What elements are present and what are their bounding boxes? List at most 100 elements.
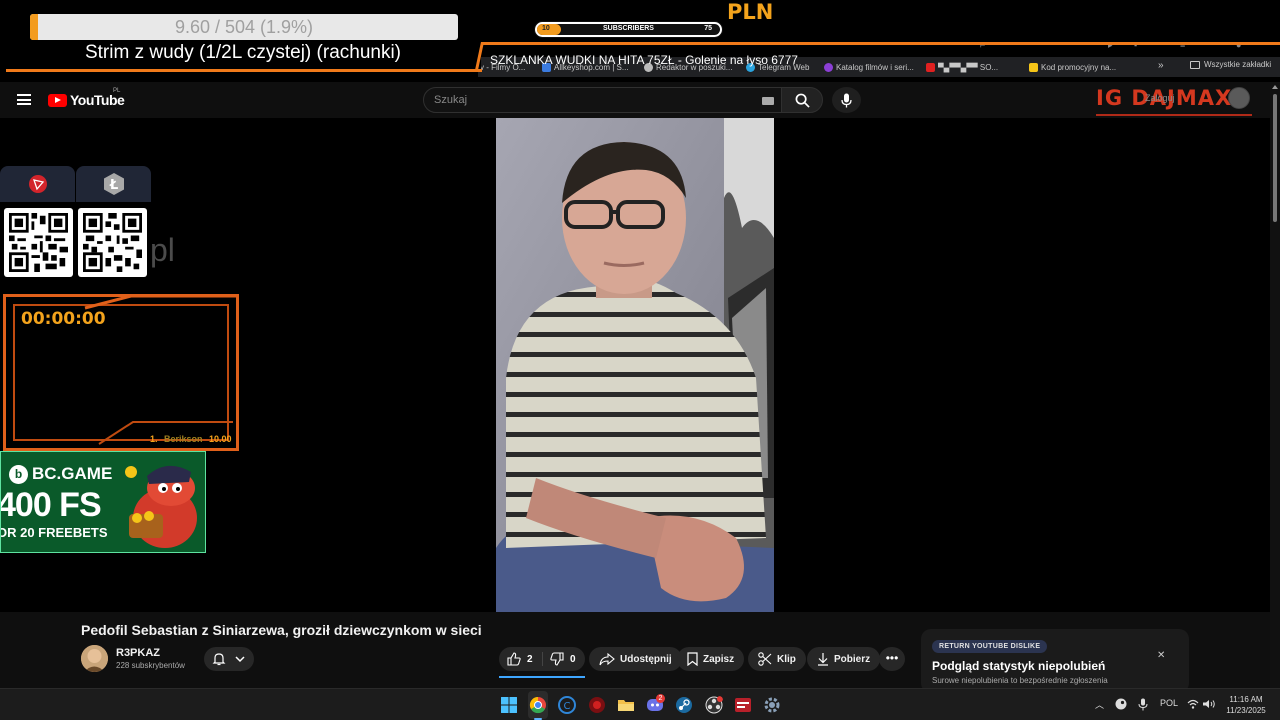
scissors-icon bbox=[758, 652, 772, 666]
overlay-divider bbox=[482, 42, 1280, 45]
return-dislike-card: RETURN YOUTUBE DISLIKE ✕ Podgląd statyst… bbox=[921, 629, 1189, 693]
subscriber-target: 75 bbox=[704, 25, 712, 32]
bookmarks-overflow-icon[interactable]: » bbox=[1158, 60, 1164, 71]
clip-button[interactable]: Klip bbox=[748, 647, 806, 671]
youtube-play-icon bbox=[48, 93, 67, 107]
clock-time: 11:16 AM bbox=[1229, 695, 1263, 704]
steam-tray-icon[interactable] bbox=[1114, 698, 1128, 710]
file-explorer-icon[interactable] bbox=[617, 696, 635, 714]
bc-game-logo: b BC.GAME bbox=[9, 464, 112, 484]
search-placeholder: Szukaj bbox=[434, 94, 468, 106]
like-dislike-group: 2 0 bbox=[499, 647, 585, 671]
like-separator bbox=[542, 652, 543, 666]
download-button[interactable]: Pobierz bbox=[807, 647, 881, 671]
video-title: Pedofil Sebastian z Siniarzewa, groził d… bbox=[81, 622, 482, 638]
keyboard-icon[interactable] bbox=[762, 97, 774, 105]
close-icon[interactable]: ✕ bbox=[1157, 650, 1165, 661]
channel-avatar[interactable] bbox=[81, 645, 108, 672]
sign-in-link[interactable]: Zaloguj bbox=[1145, 93, 1175, 103]
wifi-icon[interactable] bbox=[1187, 699, 1199, 709]
tron-icon bbox=[28, 175, 47, 193]
youtube-header: YouTube PL Szukaj bbox=[0, 82, 1270, 118]
menu-icon[interactable] bbox=[17, 94, 31, 105]
scrollbar-thumb[interactable] bbox=[1273, 94, 1277, 222]
avatar-image bbox=[81, 645, 108, 672]
channel-name[interactable]: R3PKAZ bbox=[116, 647, 160, 659]
channel-subscribers: 228 subskrybentów bbox=[116, 661, 185, 670]
timer-value: 00:00:00 bbox=[21, 309, 106, 329]
donation-ticker: SZKLANKA WUDKI NA HITA 75ZŁ - Golenie na… bbox=[490, 53, 798, 67]
share-icon bbox=[599, 652, 615, 665]
overlay-divider bbox=[6, 69, 482, 72]
bookmark-item[interactable]: Kod promocyjny na... bbox=[1029, 60, 1116, 74]
dislike-card-title: Podgląd statystyk niepolubień bbox=[932, 659, 1106, 673]
like-ratio-bar bbox=[499, 676, 585, 678]
steam-icon[interactable] bbox=[675, 696, 693, 714]
red-app-icon[interactable] bbox=[588, 696, 606, 714]
goal-text: 9.60 / 504 (1.9%) bbox=[174, 16, 314, 37]
search-button[interactable] bbox=[781, 87, 823, 113]
stream-title: Strim z wudy (1/2L czystej) (rachunki) bbox=[84, 42, 402, 63]
litecoin-icon: Ł bbox=[103, 173, 124, 195]
tray-overflow-icon[interactable]: ︿ bbox=[1095, 698, 1104, 711]
chrome-icon[interactable] bbox=[529, 696, 547, 714]
qr-code-image bbox=[9, 213, 68, 272]
youtube-bookmark-icon bbox=[926, 62, 935, 72]
litecoin-card: Ł bbox=[76, 166, 151, 202]
domain-suffix-text: pl bbox=[150, 232, 175, 268]
video-player[interactable] bbox=[496, 118, 774, 612]
region-code: PL bbox=[113, 88, 121, 94]
search-input[interactable]: Szukaj bbox=[423, 87, 785, 113]
media-icon[interactable] bbox=[734, 696, 752, 714]
volume-icon[interactable] bbox=[1202, 699, 1215, 709]
mascot-icon bbox=[125, 465, 197, 548]
overlay-underline bbox=[1096, 114, 1252, 116]
bookmark-item[interactable]: Katalog filmów i seri... bbox=[824, 60, 914, 74]
dislike-button[interactable]: 0 bbox=[550, 652, 576, 666]
c-app-icon[interactable]: C bbox=[558, 696, 576, 714]
scroll-up-icon[interactable] bbox=[1272, 85, 1278, 89]
obs-icon[interactable] bbox=[705, 696, 723, 714]
save-button[interactable]: Zapisz bbox=[677, 647, 745, 671]
download-icon bbox=[818, 653, 828, 666]
ad-free-spins: 400 FS bbox=[0, 486, 102, 524]
bookmark-item[interactable]: ▀▄▀▀▄▀▀ SO... bbox=[926, 60, 998, 74]
keyboard-language[interactable]: POL bbox=[1160, 698, 1178, 708]
voice-search-button[interactable] bbox=[832, 87, 861, 113]
all-bookmarks[interactable]: Wszystkie zakładki bbox=[1190, 60, 1271, 69]
ad-freebets: OR 20 FREEBETS bbox=[0, 525, 108, 540]
video-info-section: Pedofil Sebastian z Siniarzewa, groził d… bbox=[0, 612, 1270, 693]
youtube-logo[interactable]: YouTube bbox=[48, 92, 125, 108]
windows-taskbar: C 2 ︿ POL 11:16 AM 11/23/2025 bbox=[0, 688, 1280, 720]
like-button[interactable]: 2 bbox=[507, 652, 533, 666]
subathon-timer: 00:00:00 1. Berikson 10.00 bbox=[3, 294, 239, 451]
chevron-down-icon bbox=[235, 656, 245, 663]
microphone-icon bbox=[841, 93, 852, 107]
donation-goal-bar: 9.60 / 504 (1.9%) bbox=[30, 14, 458, 40]
like-count: 2 bbox=[527, 653, 533, 665]
windows-start-icon[interactable] bbox=[500, 696, 518, 714]
extension-tag: RETURN YOUTUBE DISLIKE bbox=[932, 640, 1048, 653]
tron-card bbox=[0, 166, 75, 202]
leader-rank: 1. bbox=[150, 434, 158, 444]
qr-code-image bbox=[83, 213, 142, 272]
settings-icon[interactable] bbox=[763, 696, 781, 714]
search-icon bbox=[795, 93, 810, 108]
more-icon: ••• bbox=[885, 651, 899, 665]
notifications-button[interactable] bbox=[204, 647, 254, 671]
bell-icon bbox=[212, 653, 226, 666]
discord-notification-badge: 2 bbox=[656, 694, 665, 703]
microphone-tray-icon[interactable] bbox=[1138, 698, 1148, 711]
thumbs-up-icon bbox=[507, 652, 521, 666]
more-actions-button[interactable]: ••• bbox=[879, 647, 905, 671]
dislike-count: 0 bbox=[570, 653, 576, 665]
youtube-wordmark: YouTube bbox=[70, 92, 125, 108]
page-scrollbar[interactable] bbox=[1270, 82, 1280, 688]
bc-game-ad[interactable]: b BC.GAME 400 FS OR 20 FREEBETS bbox=[0, 451, 206, 553]
promo-icon bbox=[1029, 62, 1038, 72]
system-clock[interactable]: 11:16 AM 11/23/2025 bbox=[1222, 694, 1270, 716]
share-button[interactable]: Udostępnij bbox=[589, 647, 682, 671]
svg-text:Ł: Ł bbox=[108, 178, 117, 193]
subscriber-goal-track: 10 SUBSCRIBERS 75 bbox=[537, 24, 720, 35]
subscriber-goal: 10 SUBSCRIBERS 75 bbox=[534, 21, 723, 38]
